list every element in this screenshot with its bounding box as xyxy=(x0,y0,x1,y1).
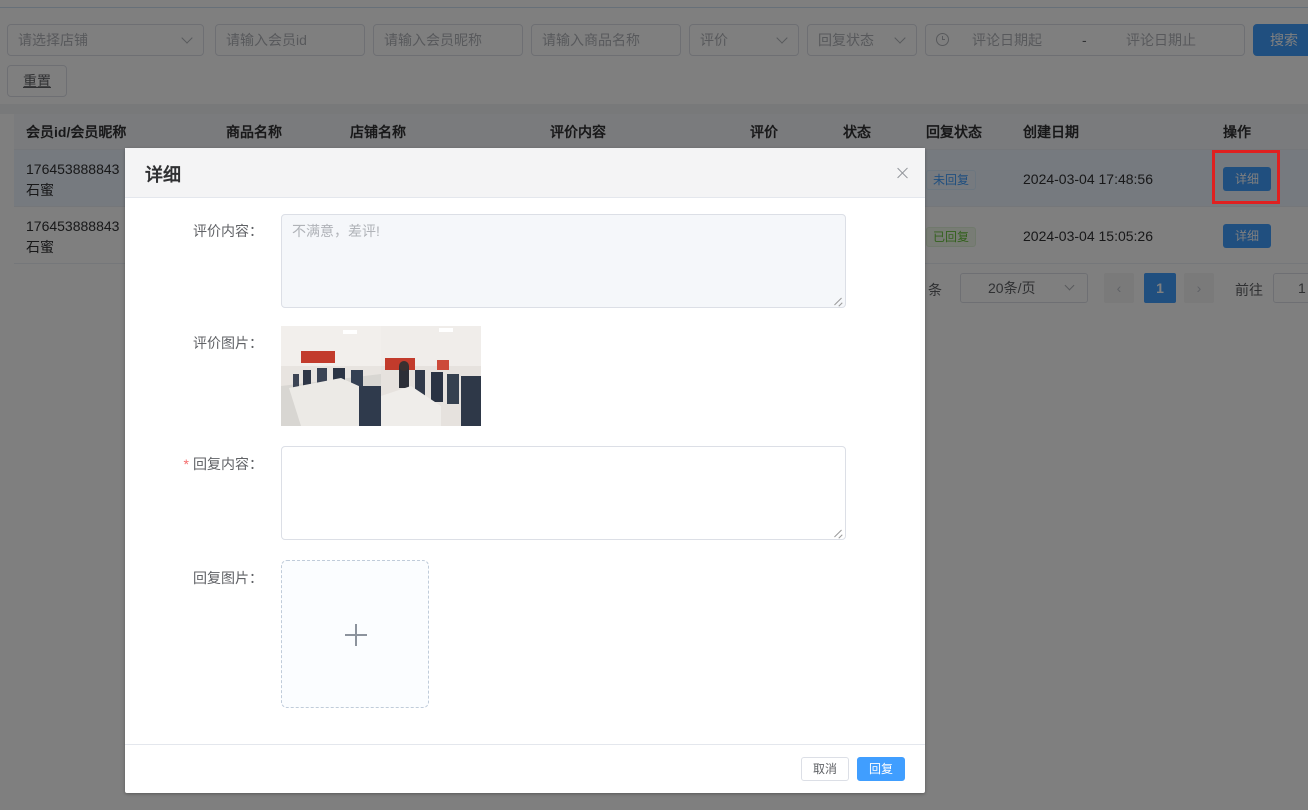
highlight-box xyxy=(1212,150,1280,204)
review-content-textarea: 不满意，差评! xyxy=(281,214,846,308)
required-mark: * xyxy=(183,456,189,472)
review-content-text: 不满意，差评! xyxy=(292,223,380,239)
reply-content-textarea[interactable] xyxy=(281,446,846,540)
review-images-label: 评价图片： xyxy=(193,335,263,351)
detail-dialog: 详细 评价内容： 不满意，差评! 评价图片： * 回复内容： 回复图片： 取消 … xyxy=(125,148,925,793)
reply-image-upload[interactable] xyxy=(281,560,429,708)
review-image[interactable] xyxy=(381,326,481,426)
resize-handle-icon xyxy=(835,529,843,537)
reply-content-label: * 回复内容： xyxy=(184,454,263,474)
plus-icon xyxy=(345,624,367,646)
close-icon[interactable] xyxy=(896,166,910,180)
review-image[interactable] xyxy=(281,326,381,426)
cancel-button[interactable]: 取消 xyxy=(801,757,849,781)
dialog-footer: 取消 回复 xyxy=(125,744,925,793)
reply-images-label: 回复图片： xyxy=(193,570,263,586)
reply-button[interactable]: 回复 xyxy=(857,757,905,781)
resize-handle-icon xyxy=(835,297,843,305)
dialog-header: 详细 xyxy=(125,148,925,198)
dialog-title: 详细 xyxy=(145,165,181,185)
reply-content-label-text: 回复内容： xyxy=(193,456,263,472)
review-content-label: 评价内容： xyxy=(193,223,263,239)
